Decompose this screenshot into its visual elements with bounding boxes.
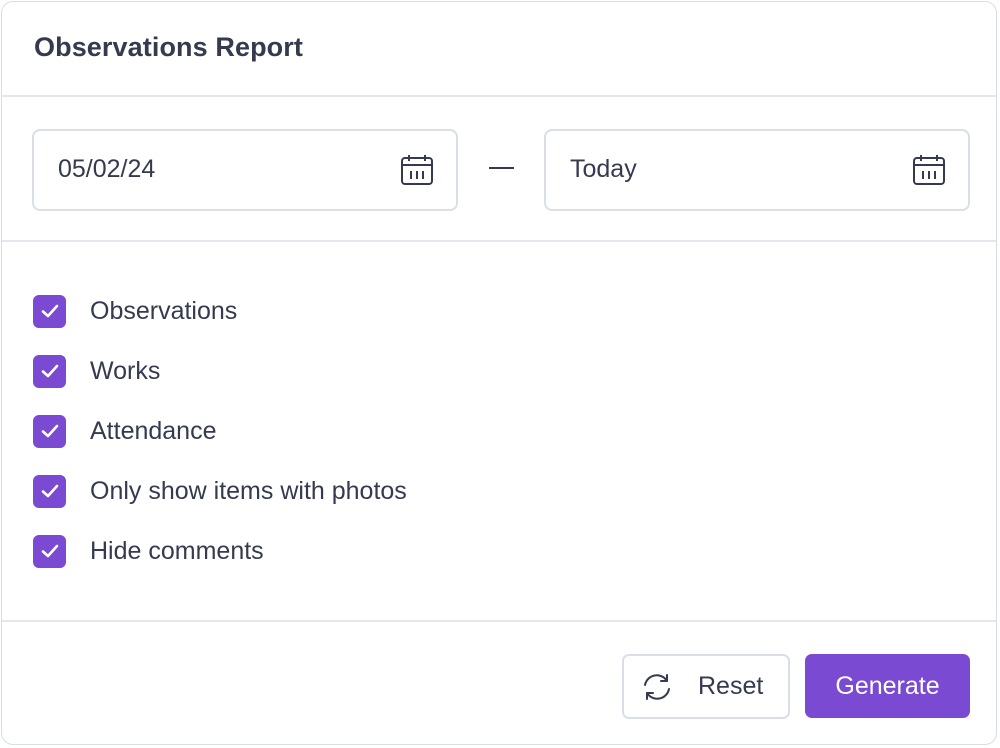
checkmark-icon xyxy=(41,424,58,438)
dialog-footer: Reset Generate xyxy=(2,622,996,746)
checkmark-icon xyxy=(41,304,58,318)
refresh-icon xyxy=(644,673,670,700)
observations-report-dialog: Observations Report 05/02/24 Today Obser… xyxy=(1,1,997,745)
option-hide-comments[interactable]: Hide comments xyxy=(33,534,264,568)
option-works[interactable]: Works xyxy=(33,354,160,388)
start-date-value: 05/02/24 xyxy=(58,155,156,183)
dialog-header: Observations Report xyxy=(2,2,996,97)
date-range: 05/02/24 Today xyxy=(2,97,996,242)
checkmark-icon xyxy=(41,364,58,378)
option-observations[interactable]: Observations xyxy=(33,294,237,328)
option-attendance[interactable]: Attendance xyxy=(33,414,217,448)
checkmark-icon xyxy=(41,484,58,498)
start-date-field[interactable]: 05/02/24 xyxy=(32,129,458,211)
option-label: Works xyxy=(90,356,161,385)
option-label: Attendance xyxy=(90,416,217,445)
option-label: Observations xyxy=(90,296,238,325)
report-options: Observations Works Attendance Only show … xyxy=(2,242,996,622)
checkbox-observations[interactable] xyxy=(33,294,66,328)
checkbox-only-photos[interactable] xyxy=(33,474,66,508)
date-range-separator xyxy=(489,167,514,169)
checkbox-attendance[interactable] xyxy=(33,414,66,448)
option-label: Only show items with photos xyxy=(90,476,407,505)
checkmark-icon xyxy=(41,544,58,558)
dialog-title: Observations Report xyxy=(34,32,303,62)
calendar-icon[interactable] xyxy=(912,153,946,187)
reset-label: Reset xyxy=(698,672,764,700)
end-date-value: Today xyxy=(570,155,637,183)
checkbox-hide-comments[interactable] xyxy=(33,534,66,568)
option-only-photos[interactable]: Only show items with photos xyxy=(33,474,407,508)
end-date-field[interactable]: Today xyxy=(544,129,970,211)
reset-button[interactable]: Reset xyxy=(622,654,790,719)
generate-button[interactable]: Generate xyxy=(805,654,970,718)
checkbox-works[interactable] xyxy=(33,354,66,388)
calendar-icon[interactable] xyxy=(400,153,434,187)
option-label: Hide comments xyxy=(90,536,264,565)
